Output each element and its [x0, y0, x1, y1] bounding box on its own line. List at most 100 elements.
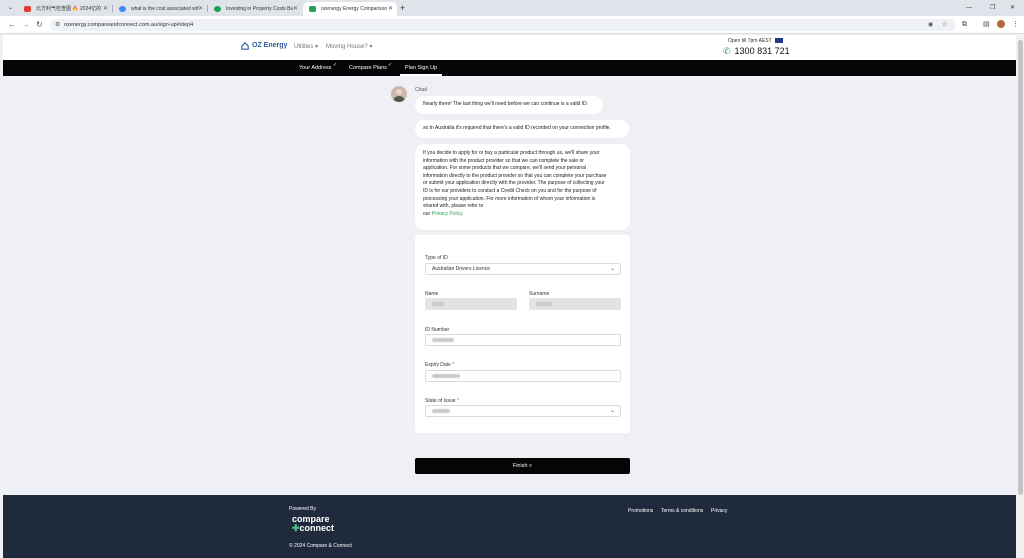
browser-toolbar: ← → ↻ ⚙ ozenergy.compareandconnect.com.a…	[0, 16, 1024, 34]
site-favicon-icon	[214, 6, 221, 12]
tab-title: what is the cost associated wit	[131, 6, 199, 12]
google-icon	[119, 6, 126, 12]
privacy-policy-link[interactable]: Privacy Policy	[432, 211, 463, 217]
address-bar[interactable]: ⚙ ozenergy.compareandconnect.com.au/sign…	[50, 19, 956, 31]
location-icon[interactable]: ◉	[928, 19, 933, 31]
expiry-label-text: Expiry Date	[425, 362, 451, 368]
browser-tab-1[interactable]: 北方利气检查图 🔥 2024亿的 ✕	[18, 2, 112, 16]
check-circle-icon: ✓	[333, 62, 338, 68]
redacted-value	[536, 301, 552, 306]
surname-field[interactable]	[529, 298, 621, 310]
youtube-icon	[24, 6, 31, 12]
page-viewport: OZ Energy Utilities ▾ Moving House? ▾ Op…	[3, 35, 1016, 558]
step-label: Compare Plans	[349, 65, 387, 71]
id-number-label: ID Number	[425, 327, 450, 333]
tab-title: Investing in Property Costs Bu	[226, 6, 294, 12]
oz-energy-favicon-icon	[309, 6, 316, 12]
sidebar-icon[interactable]: ▤	[983, 19, 990, 31]
agent-name: Chad	[415, 87, 427, 93]
step-compare-plans[interactable]: Compare Plans ✓	[349, 60, 392, 76]
privacy-notice-message: If you decide to apply for or buy a part…	[415, 144, 630, 230]
browser-menu-icon[interactable]: ⋮	[1012, 19, 1019, 31]
step-plan-sign-up[interactable]: Plan Sign Up	[400, 60, 443, 76]
close-tab-icon[interactable]: ✕	[103, 2, 108, 16]
browser-tab-3[interactable]: Investing in Property Costs Bu ✕	[208, 2, 302, 16]
check-circle-icon: ✓	[388, 62, 393, 68]
scrollbar-thumb[interactable]	[1018, 40, 1023, 495]
notice-line: our Privacy Policy	[423, 211, 622, 219]
phone-number[interactable]: ✆ 1300 831 721	[723, 46, 790, 57]
notice-line: processing your application. For more in…	[423, 195, 596, 202]
footer-link-promotions[interactable]: Promotions	[628, 508, 653, 514]
powered-by-label: Powered By	[289, 506, 316, 512]
chat-message: so In Australia it's required that there…	[415, 120, 629, 138]
redacted-value	[432, 301, 444, 306]
finish-label: Finish	[512, 463, 528, 469]
footer-link-privacy[interactable]: Privacy	[711, 508, 727, 514]
back-icon[interactable]: ←	[8, 19, 16, 31]
site-footer: Powered By compare ✚connect © 2024 Compa…	[3, 495, 1016, 558]
australia-flag-icon	[775, 38, 783, 43]
id-form-card: Type of ID Australian Drivers Licence ⌄ …	[415, 235, 630, 433]
copyright: © 2024 Compare & Connect	[289, 543, 352, 549]
notice-line: information directly to the product prov…	[423, 172, 607, 179]
step-label: Plan Sign Up	[405, 65, 438, 71]
extensions-icon[interactable]: ⧉	[962, 19, 967, 31]
menu-moving-house[interactable]: Moving House? ▾	[326, 43, 372, 50]
progress-steps: Your Address ✓ Compare Plans ✓ Plan Sign…	[3, 60, 1016, 76]
message-text: so In Australia it's required that there…	[423, 125, 611, 131]
close-window-icon[interactable]: ✕	[1010, 2, 1015, 14]
compare-connect-logo-line2[interactable]: ✚connect	[292, 523, 334, 534]
forward-icon[interactable]: →	[22, 19, 30, 31]
close-tab-icon[interactable]: ✕	[198, 2, 203, 16]
name-label: Name	[425, 291, 439, 297]
close-tab-icon[interactable]: ✕	[388, 2, 393, 16]
brand-mark-icon: ✚	[292, 523, 300, 533]
footer-link-terms[interactable]: Terms & conditions	[661, 508, 703, 514]
state-of-issue-label: State of Issue *	[425, 398, 459, 404]
step-your-address[interactable]: Your Address ✓	[299, 60, 337, 76]
expiry-date-field[interactable]	[425, 370, 621, 382]
chat-message: Nearly there! The last thing we'll need …	[415, 96, 603, 114]
site-logo[interactable]: OZ Energy	[252, 42, 287, 49]
notice-line: If you decide to apply for or buy a part…	[423, 150, 600, 156]
tab-title: ozenergy Energy Comparison	[321, 6, 388, 12]
logo-house-icon	[241, 42, 249, 50]
profile-avatar[interactable]	[997, 20, 1005, 28]
state-label-text: State of Issue	[425, 398, 456, 404]
url-text[interactable]: ozenergy.compareandconnect.com.au/sign-u…	[64, 19, 193, 31]
browser-tab-bar: ⌄ 北方利气检查图 🔥 2024亿的 ✕ what is the cost as…	[0, 0, 1024, 16]
site-info-icon[interactable]: ⚙	[55, 19, 60, 31]
reload-icon[interactable]: ↻	[36, 19, 43, 31]
redacted-value	[432, 408, 450, 413]
close-tab-icon[interactable]: ✕	[293, 2, 298, 16]
restore-icon[interactable]: ❐	[990, 2, 995, 14]
step-label: Your Address	[299, 65, 332, 71]
opening-hours: Open till 7pm AEST	[728, 38, 772, 44]
redacted-value	[432, 373, 460, 378]
notice-line: application. For some products that we c…	[423, 165, 586, 172]
browser-tab-4-active[interactable]: ozenergy Energy Comparison ✕	[303, 2, 397, 16]
minimize-icon[interactable]: —	[966, 2, 972, 14]
id-number-field[interactable]	[425, 334, 621, 346]
state-of-issue-select[interactable]: ⌄	[425, 405, 621, 417]
browser-tab-2[interactable]: what is the cost associated wit ✕	[113, 2, 207, 16]
expiry-date-label: Expiry Date *	[425, 362, 454, 368]
tab-search-chevron-icon[interactable]: ⌄	[8, 2, 13, 14]
menu-utilities[interactable]: Utilities ▾	[294, 43, 318, 50]
name-field[interactable]	[425, 298, 517, 310]
bookmark-star-icon[interactable]: ☆	[942, 19, 947, 31]
new-tab-button[interactable]: +	[400, 2, 405, 14]
notice-line: ID is for our providers to conduct a Cre…	[423, 187, 597, 194]
required-asterisk: *	[452, 362, 455, 368]
notice-text: our	[423, 210, 431, 217]
type-of-id-select[interactable]: Australian Drivers Licence ⌄	[425, 263, 621, 275]
surname-label: Surname	[529, 291, 550, 297]
phone-text: 1300 831 721	[734, 46, 790, 56]
magnifier-icon: ⌕	[529, 463, 533, 469]
agent-avatar	[391, 86, 407, 102]
finish-button[interactable]: Finish ⌕	[415, 458, 630, 474]
chevron-down-icon: ⌄	[609, 408, 615, 414]
notice-line: or submit your application directly with…	[423, 180, 605, 187]
message-text: Nearly there! The last thing we'll need …	[423, 101, 589, 107]
